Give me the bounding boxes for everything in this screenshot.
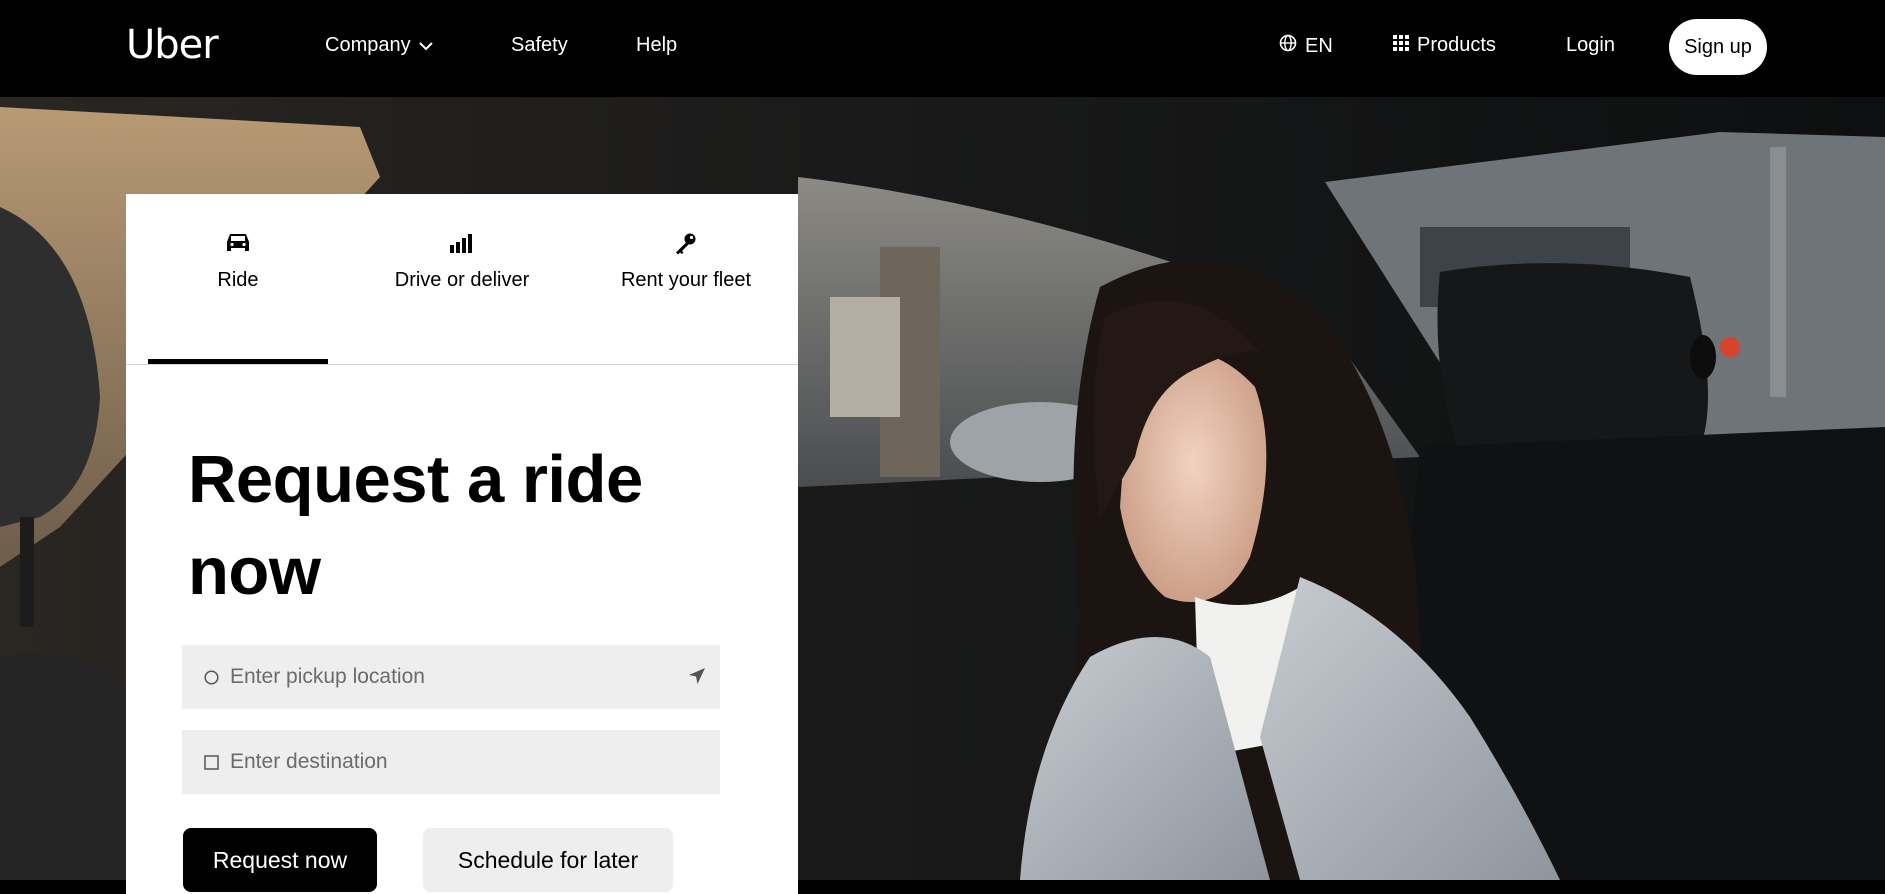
nav-company-label: Company: [325, 34, 411, 56]
car-icon: [148, 232, 328, 258]
language-label: EN: [1305, 34, 1333, 57]
schedule-for-later-button[interactable]: Schedule for later: [423, 828, 673, 892]
top-navigation-bar: Uber Company Safety Help EN Products Log…: [0, 0, 1885, 97]
location-arrow-icon[interactable]: [688, 667, 706, 685]
destination-field[interactable]: [182, 730, 720, 794]
tab-ride[interactable]: Ride: [148, 232, 328, 295]
signup-button[interactable]: Sign up: [1669, 19, 1767, 75]
destination-input[interactable]: [230, 730, 670, 794]
pickup-location-field[interactable]: [182, 645, 720, 709]
products-label: Products: [1417, 34, 1496, 56]
request-now-button[interactable]: Request now: [183, 828, 377, 892]
grid-icon: [1393, 34, 1409, 57]
login-link[interactable]: Login: [1566, 34, 1615, 57]
chevron-down-icon: [418, 41, 433, 51]
nav-safety-link[interactable]: Safety: [511, 34, 568, 57]
tab-ride-label: Ride: [217, 269, 259, 291]
tab-drive-label: Drive or deliver: [394, 269, 530, 291]
language-selector[interactable]: EN: [1279, 34, 1333, 58]
key-icon: [596, 232, 776, 258]
products-menu[interactable]: Products: [1393, 34, 1496, 57]
circle-icon: [204, 670, 219, 685]
nav-company-dropdown[interactable]: Company: [325, 34, 433, 57]
uber-logo[interactable]: Uber: [126, 22, 219, 68]
ride-request-card: Ride Drive or deliver Rent your fleet Re…: [126, 194, 798, 894]
card-title: Request a ride now: [188, 442, 643, 609]
service-tabs: Ride Drive or deliver Rent your fleet: [126, 194, 798, 365]
nav-help-link[interactable]: Help: [636, 34, 677, 57]
active-tab-indicator: [148, 359, 328, 364]
tab-rent-your-fleet[interactable]: Rent your fleet: [596, 232, 776, 295]
signal-bars-icon: [372, 232, 552, 258]
globe-icon: [1279, 34, 1297, 58]
tab-drive-or-deliver[interactable]: Drive or deliver: [372, 232, 552, 295]
pickup-location-input[interactable]: [230, 645, 670, 709]
square-icon: [204, 755, 219, 770]
tab-rent-label: Rent your fleet: [620, 269, 752, 291]
